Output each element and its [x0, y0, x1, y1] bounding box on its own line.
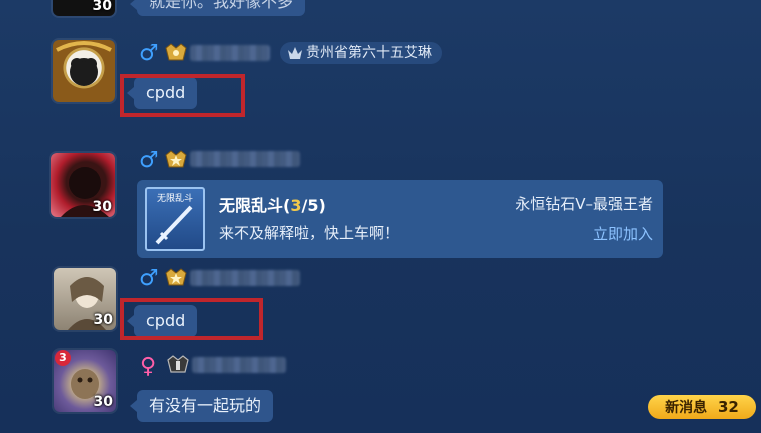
team-count-total: /5: [301, 196, 319, 215]
avatar[interactable]: 30: [54, 268, 116, 330]
avatar-badge: 3: [55, 350, 71, 366]
username-blurred: [190, 270, 300, 286]
avatar[interactable]: 30: [51, 153, 115, 217]
rank-badge-icon: [165, 150, 187, 168]
mode-thumbnail: 无限乱斗: [145, 187, 205, 251]
male-icon: ♂: [139, 148, 159, 173]
username-blurred: [190, 45, 270, 61]
join-team-button[interactable]: 立即加入: [593, 223, 653, 244]
username-blurred: [190, 151, 300, 167]
chat-bubble: 就是你。我好像不多: [129, 0, 306, 16]
region-title-tag: 贵州省第六十五艾琳: [280, 42, 442, 64]
crown-icon: [288, 47, 302, 59]
avatar[interactable]: [53, 40, 115, 102]
male-icon: ♂: [139, 266, 159, 291]
avatar-badge-count: 3: [59, 351, 67, 364]
chat-text: 有没有一起玩的: [149, 396, 262, 415]
highlight-box: [120, 74, 245, 117]
card-mode: 无限乱斗: [219, 196, 284, 215]
team-invite-card[interactable]: 无限乱斗 无限乱斗(3/5) 永恒钻石V–最强王者 来不及解释啦，快上车啊！ 立…: [137, 180, 663, 258]
sword-icon: [155, 205, 193, 245]
username-blurred: [192, 357, 286, 373]
male-icon: ♂: [139, 41, 159, 66]
avatar-level: 30: [92, 199, 112, 215]
avatar-frame-icon: [56, 41, 112, 86]
team-count-current: 3: [290, 196, 302, 215]
card-message: 来不及解释啦，快上车啊！: [219, 224, 400, 242]
avatar-level: 30: [93, 394, 113, 410]
female-icon: ♀: [140, 354, 157, 379]
card-title: 无限乱斗(3/5): [219, 196, 326, 215]
card-rank: 永恒钻石V–最强王者: [515, 195, 653, 213]
new-messages-button[interactable]: 新消息 32: [648, 395, 756, 419]
avatar-level: 30: [92, 0, 112, 14]
chat-text: 就是你。我好像不多: [149, 0, 294, 11]
new-messages-label: 新消息: [665, 400, 708, 416]
region-title-text: 贵州省第六十五艾琳: [306, 45, 432, 61]
avatar[interactable]: 30: [53, 0, 115, 16]
highlight-box: [120, 298, 263, 340]
rank-badge-icon: [167, 355, 189, 373]
avatar-level: 30: [93, 312, 113, 328]
rank-badge-icon: [165, 268, 187, 286]
new-messages-count: 32: [718, 398, 739, 416]
chat-bubble: 有没有一起玩的: [129, 390, 274, 422]
rank-badge-icon: [165, 43, 187, 61]
